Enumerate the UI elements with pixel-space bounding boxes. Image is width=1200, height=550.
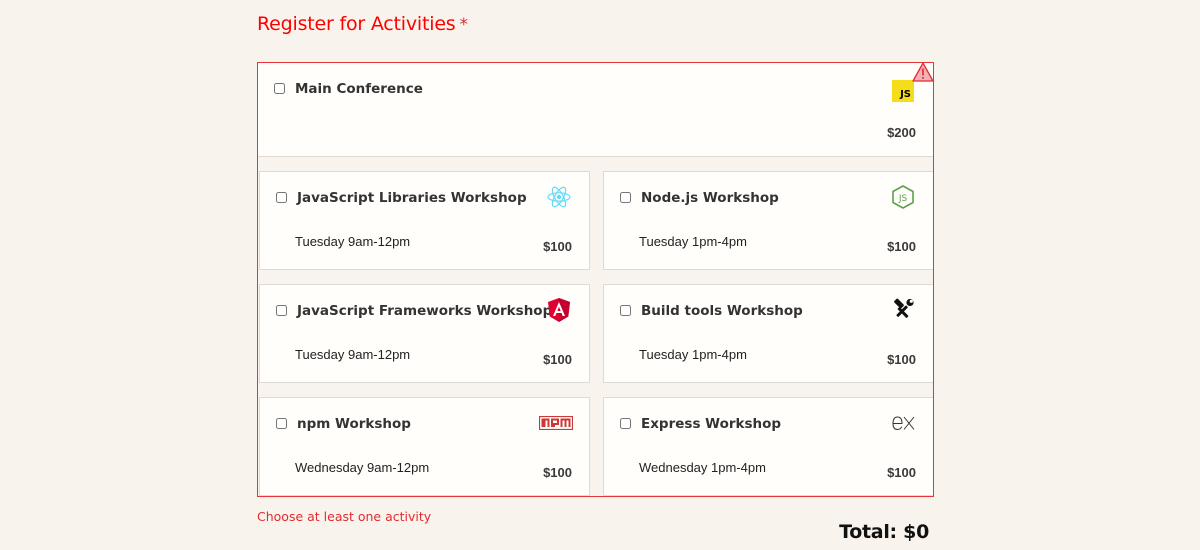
activity-nodejs[interactable]: Node.js Workshop JS Tuesday 1pm-4pm $100 bbox=[603, 171, 933, 270]
activity-build-tools[interactable]: Build tools Workshop Tuesday 1pm-4pm $10… bbox=[603, 284, 933, 383]
activity-name: npm Workshop bbox=[297, 416, 411, 432]
required-asterisk: * bbox=[459, 15, 469, 35]
npm-icon bbox=[539, 410, 573, 436]
activity-time: Wednesday 9am-12pm bbox=[295, 460, 430, 475]
activity-time: Tuesday 9am-12pm bbox=[295, 234, 411, 249]
tools-icon bbox=[890, 297, 916, 323]
activity-name: JavaScript Frameworks Workshop bbox=[297, 303, 553, 319]
build-tools-checkbox[interactable] bbox=[620, 305, 631, 316]
activity-name: Node.js Workshop bbox=[641, 190, 779, 206]
js-logo-icon: JS bbox=[892, 80, 914, 102]
activity-js-frameworks[interactable]: JavaScript Frameworks Workshop Tuesday 9… bbox=[259, 284, 590, 383]
activity-name: Express Workshop bbox=[641, 416, 782, 432]
js-libraries-checkbox[interactable] bbox=[276, 192, 287, 203]
activity-cost: $100 bbox=[543, 239, 572, 254]
react-icon bbox=[546, 184, 572, 210]
express-icon bbox=[890, 410, 916, 436]
activity-time: Tuesday 1pm-4pm bbox=[639, 347, 747, 362]
activity-express[interactable]: Express Workshop Wednesday 1pm-4pm $100 bbox=[603, 397, 933, 496]
legend-text: Register for Activities bbox=[257, 13, 456, 35]
activity-cost: $100 bbox=[887, 239, 916, 254]
total-cost: Total: $0 bbox=[839, 521, 929, 543]
activity-name: JavaScript Libraries Workshop bbox=[297, 190, 527, 206]
express-checkbox[interactable] bbox=[620, 418, 631, 429]
warning-icon bbox=[912, 63, 933, 82]
activity-time: Wednesday 1pm-4pm bbox=[639, 460, 766, 475]
js-frameworks-checkbox[interactable] bbox=[276, 305, 287, 316]
activity-name: Main Conference bbox=[295, 81, 423, 97]
activities-box: Main Conference JS $200 JavaScript Libra… bbox=[257, 62, 934, 497]
activity-time: Tuesday 9am-12pm bbox=[295, 347, 411, 362]
npm-checkbox[interactable] bbox=[276, 418, 287, 429]
activity-main-conference[interactable]: Main Conference JS $200 bbox=[258, 63, 933, 157]
activity-cost: $100 bbox=[887, 465, 916, 480]
angular-icon bbox=[546, 297, 572, 323]
activity-js-libraries[interactable]: JavaScript Libraries Workshop Tuesday 9a… bbox=[259, 171, 590, 270]
activity-name: Build tools Workshop bbox=[641, 303, 803, 319]
activity-cost: $100 bbox=[543, 352, 572, 367]
activity-time: Tuesday 1pm-4pm bbox=[639, 234, 747, 249]
activity-cost: $100 bbox=[543, 465, 572, 480]
nodejs-icon: JS bbox=[890, 184, 916, 210]
page: Register for Activities * Main Conference… bbox=[0, 0, 1200, 550]
activity-cost: $100 bbox=[887, 352, 916, 367]
activity-npm[interactable]: npm Workshop Wednesday 9am-12pm $100 bbox=[259, 397, 590, 496]
activities-error-message: Choose at least one activity bbox=[257, 509, 432, 524]
activities-legend: Register for Activities * bbox=[257, 13, 468, 35]
activity-cost: $200 bbox=[887, 125, 916, 140]
nodejs-checkbox[interactable] bbox=[620, 192, 631, 203]
svg-text:JS: JS bbox=[898, 194, 908, 204]
main-conference-checkbox[interactable] bbox=[274, 83, 285, 94]
